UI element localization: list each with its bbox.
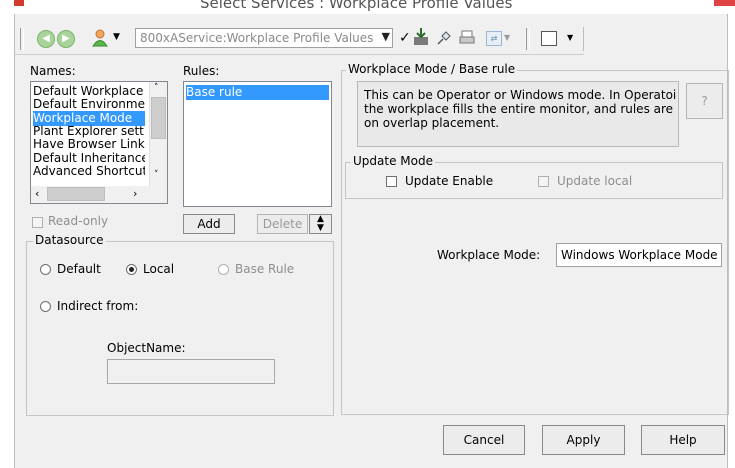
cancel-button[interactable]: Cancel	[443, 425, 525, 455]
window-title: Select Services : Workplace Profile Valu…	[200, 0, 513, 12]
title-bar: Select Services : Workplace Profile Valu…	[0, 0, 735, 14]
base-rule-radio-label: Base Rule	[235, 262, 295, 276]
user-icon[interactable]	[92, 29, 108, 47]
base-rule-radio[interactable]	[218, 264, 229, 275]
names-listbox[interactable]: Default Workplace Default Environmer Workp…	[30, 81, 168, 204]
description-line-3: on overlap placement.	[364, 116, 500, 130]
download-icon[interactable]	[412, 27, 430, 47]
update-mode-title: Update Mode	[351, 154, 435, 168]
toolbar-separator	[526, 28, 530, 50]
back-arrow-icon[interactable]: ◀	[37, 30, 55, 48]
names-vertical-scrollbar[interactable]: ˄ ˅	[149, 82, 167, 186]
names-hscroll-thumb[interactable]	[47, 187, 105, 201]
delete-button[interactable]: Delete	[257, 214, 308, 234]
rules-listbox[interactable]: Base rule	[183, 81, 332, 207]
update-enable-label: Update Enable	[405, 174, 494, 188]
names-scroll-thumb[interactable]	[151, 97, 166, 139]
chevron-down-icon[interactable]: ▼	[382, 30, 390, 43]
description-line-1: This can be Operator or Windows mode. In…	[364, 88, 677, 102]
window-left-edge	[0, 14, 14, 468]
chevron-down-icon[interactable]: ▼	[567, 33, 573, 42]
scroll-down-icon[interactable]: ˅	[154, 170, 159, 180]
local-radio-selected-dot	[129, 267, 134, 272]
printer-icon[interactable]	[458, 29, 476, 47]
help-question-button[interactable]: ?	[686, 83, 723, 119]
local-radio-label: Local	[143, 262, 175, 276]
rule-panel-title: Workplace Mode / Base rule	[346, 62, 518, 76]
names-horizontal-scrollbar[interactable]: ‹ ›	[31, 186, 167, 203]
scroll-left-icon[interactable]: ‹	[35, 187, 39, 200]
local-radio[interactable]	[126, 264, 137, 275]
names-label: Names:	[30, 64, 76, 78]
workplace-mode-label: Workplace Mode:	[437, 248, 541, 262]
update-local-label: Update local	[557, 174, 633, 188]
objectname-field[interactable]	[107, 359, 275, 384]
scroll-up-icon[interactable]: ˄	[154, 83, 159, 93]
description-box: This can be Operator or Windows mode. In…	[357, 81, 679, 147]
format-icon[interactable]: ⇄	[486, 31, 502, 46]
path-combobox[interactable]: 800xAService:Workplace Profile Values ▼	[135, 28, 393, 48]
datasource-title: Datasource	[33, 233, 106, 247]
add-button[interactable]: Add	[183, 214, 235, 234]
default-radio[interactable]	[40, 264, 51, 275]
scroll-right-icon[interactable]: ›	[133, 187, 137, 200]
workplace-mode-field[interactable]: Windows Workplace Mode	[556, 243, 722, 267]
app-icon	[14, 0, 24, 6]
indirect-radio-label: Indirect from:	[57, 299, 139, 313]
toolbar-end-separator	[583, 27, 584, 51]
chevron-down-icon[interactable]: ▼	[113, 32, 120, 42]
close-button-edge[interactable]	[714, 0, 735, 6]
forward-arrow-icon[interactable]: ▶	[57, 30, 75, 48]
default-radio-label: Default	[57, 262, 101, 276]
dropdown-icon[interactable]: ✓	[399, 30, 411, 46]
update-enable-checkbox[interactable]	[386, 176, 397, 187]
readonly-label: Read-only	[48, 214, 109, 228]
workplace-mode-value: Windows Workplace Mode	[561, 248, 718, 262]
help-button[interactable]: Help	[641, 425, 725, 455]
description-line-2: the workplace fills the entire monitor, …	[364, 102, 674, 116]
readonly-checkbox[interactable]	[32, 217, 43, 228]
pin-icon[interactable]	[435, 29, 453, 47]
names-list-item[interactable]: Advanced Shortcut	[33, 164, 145, 179]
path-value: 800xAService:Workplace Profile Values	[140, 31, 374, 45]
indirect-radio[interactable]	[40, 301, 51, 312]
chevron-down-icon[interactable]: ▼	[504, 33, 510, 42]
update-local-checkbox[interactable]	[538, 176, 549, 187]
toolbar-grip[interactable]	[20, 28, 24, 50]
window-icon[interactable]	[541, 31, 557, 46]
apply-button[interactable]: Apply	[542, 425, 625, 455]
rule-order-spinner[interactable]: ▲ ▼	[309, 214, 332, 234]
rules-list-item[interactable]: Base rule	[186, 85, 329, 100]
rules-label: Rules:	[183, 64, 220, 78]
objectname-label: ObjectName:	[107, 341, 186, 355]
